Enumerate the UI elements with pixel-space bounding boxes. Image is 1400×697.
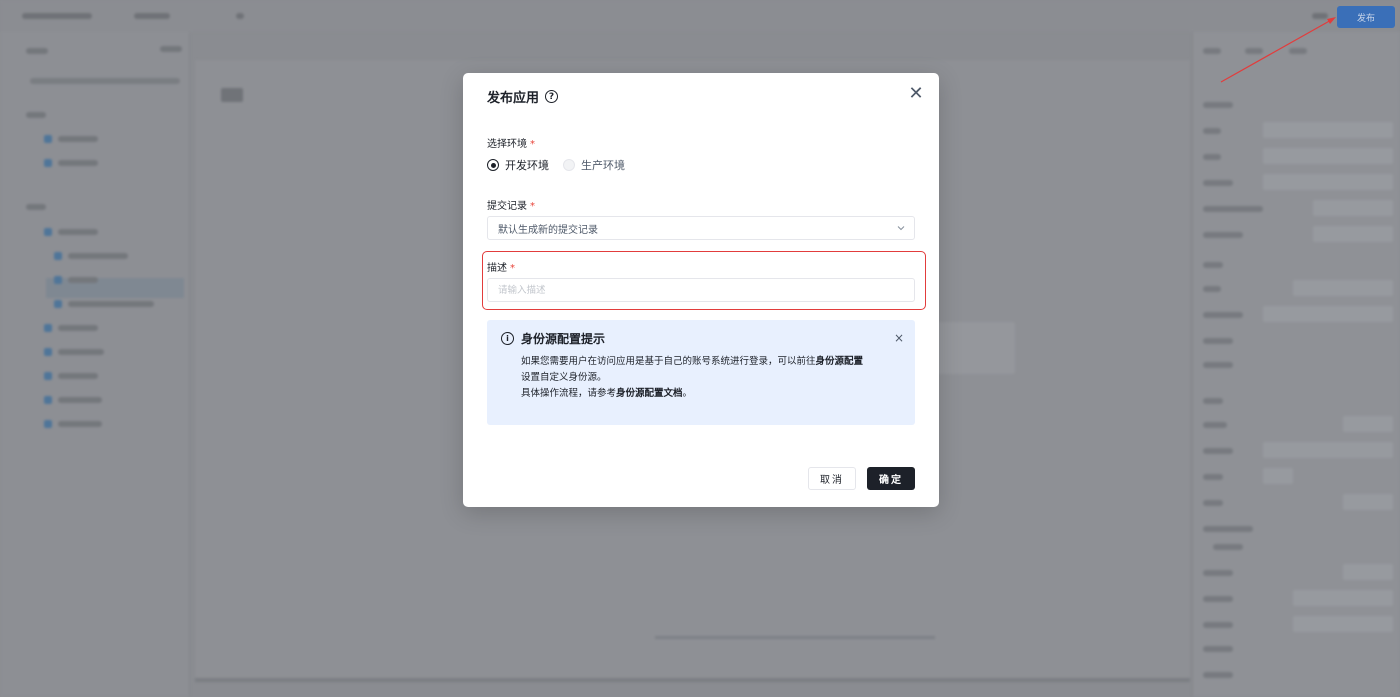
top-bar xyxy=(0,0,1400,32)
publish-button[interactable]: 发布 xyxy=(1337,6,1395,28)
commit-select[interactable]: 默认生成新的提交记录 xyxy=(487,216,915,240)
identity-source-tip: i 身份源配置提示 × 如果您需要用户在访问应用是基于自己的账号系统进行登录，可… xyxy=(487,320,915,425)
description-input[interactable] xyxy=(487,278,915,302)
tip-close-icon[interactable]: × xyxy=(894,331,904,345)
commit-label: 提交记录 * xyxy=(487,201,535,212)
publish-app-dialog: 发布应用 ? ✕ 选择环境 * 开发环境 生产环境 提交记录 * 默认生成新的提交记… xyxy=(463,73,939,507)
identity-source-config-link[interactable]: 身份源配置 xyxy=(816,356,864,367)
dialog-title: 发布应用 ? xyxy=(487,87,559,106)
radio-unchecked-icon[interactable] xyxy=(563,159,575,171)
tip-title: 身份源配置提示 xyxy=(521,332,606,346)
left-sidebar xyxy=(0,32,190,697)
cancel-button[interactable]: 取消 xyxy=(808,467,856,490)
description-label: 描述 * xyxy=(487,263,515,274)
radio-checked-icon[interactable] xyxy=(487,159,499,171)
radio-prod-environment[interactable]: 生产环境 xyxy=(563,157,625,173)
chevron-down-icon xyxy=(897,226,905,231)
right-panel xyxy=(1192,32,1400,697)
question-circle-icon[interactable]: ? xyxy=(545,90,559,103)
info-circle-icon: i xyxy=(501,332,514,345)
close-icon[interactable]: ✕ xyxy=(907,85,925,103)
environment-label: 选择环境 * xyxy=(487,139,535,150)
identity-source-doc-link[interactable]: 身份源配置文档 xyxy=(616,388,683,399)
tip-body: 如果您需要用户在访问应用是基于自己的账号系统进行登录，可以前往身份源配置 设置自… xyxy=(521,356,864,399)
confirm-button[interactable]: 确定 xyxy=(867,467,915,490)
radio-dev-environment[interactable]: 开发环境 xyxy=(487,157,549,173)
environment-radio-group: 开发环境 生产环境 xyxy=(487,157,625,173)
